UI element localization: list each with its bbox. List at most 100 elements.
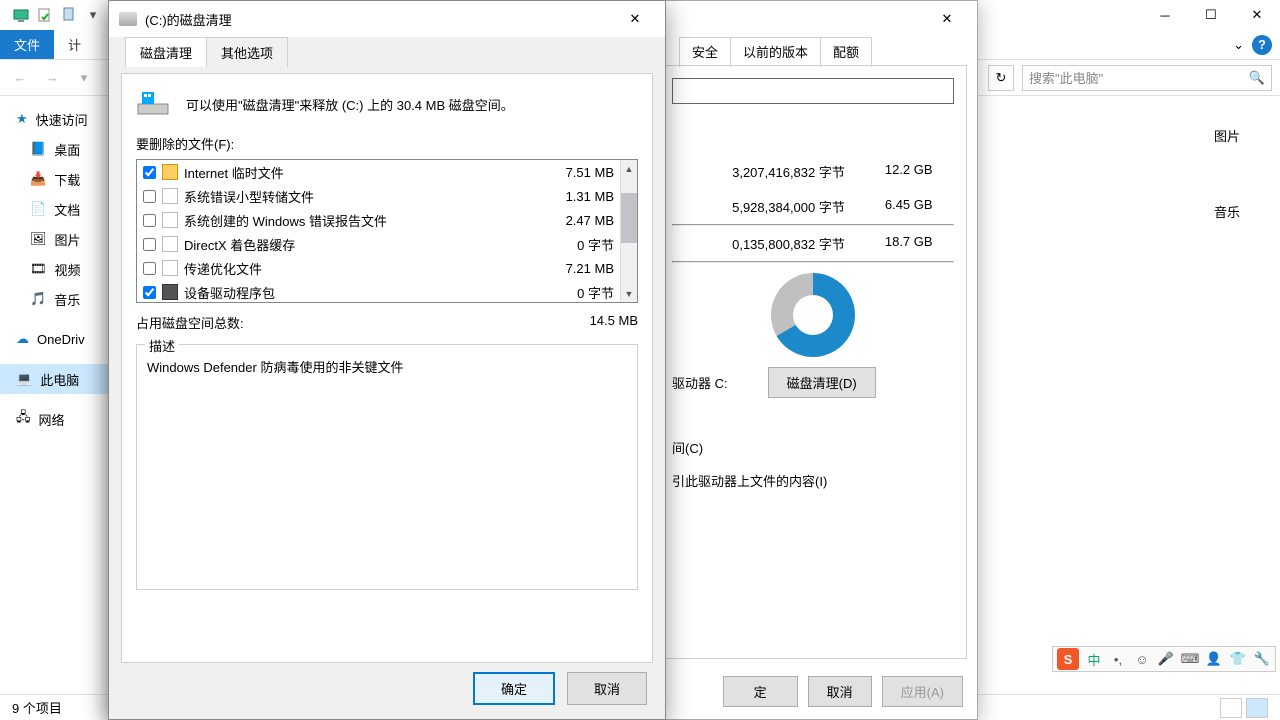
file-size: 2.47 MB <box>566 213 614 228</box>
file-type-icon <box>162 164 178 180</box>
quick-access-toolbar: ▾ <box>8 6 102 24</box>
description-text: Windows Defender 防病毒使用的非关键文件 <box>147 357 627 376</box>
view-details-button[interactable] <box>1220 698 1242 718</box>
prop-apply-button[interactable]: 应用(A) <box>882 676 963 707</box>
index-option[interactable]: 引此驱动器上文件的内容(I) <box>672 471 954 490</box>
file-size: 0 字节 <box>577 283 614 302</box>
total-size: 14.5 MB <box>590 313 638 332</box>
file-list-row[interactable]: 设备驱动程序包 0 字节 <box>137 280 620 302</box>
prop-cancel-button[interactable]: 取消 <box>808 676 872 707</box>
computer-icon <box>12 6 30 24</box>
file-size: 1.31 MB <box>566 189 614 204</box>
properties-icon[interactable] <box>36 6 54 24</box>
files-list: Internet 临时文件7.51 MB系统错误小型转储文件1.31 MB系统创… <box>136 159 638 303</box>
properties-close-button[interactable]: ✕ <box>927 4 967 34</box>
file-size: 7.51 MB <box>566 165 614 180</box>
tab-quota[interactable]: 配额 <box>820 37 872 67</box>
cleanup-app-icon <box>136 88 172 120</box>
dc-body: 可以使用"磁盘清理"来释放 (C:) 上的 30.4 MB 磁盘空间。 要删除的… <box>121 73 653 663</box>
dc-ok-button[interactable]: 确定 <box>473 672 555 705</box>
description-group: 描述 Windows Defender 防病毒使用的非关键文件 <box>136 344 638 590</box>
maximize-button[interactable]: ☐ <box>1188 0 1234 30</box>
file-name: 设备驱动程序包 <box>184 283 275 302</box>
file-name: Internet 临时文件 <box>184 163 284 182</box>
ime-skin-icon[interactable]: 👕 <box>1229 650 1247 668</box>
file-list-row[interactable]: 系统错误小型转储文件1.31 MB <box>137 184 620 208</box>
qat-dropdown-icon[interactable]: ▾ <box>84 6 102 24</box>
file-checkbox[interactable] <box>143 190 156 203</box>
file-type-icon <box>162 260 178 276</box>
dc-titlebar[interactable]: (C:)的磁盘清理 ✕ <box>109 1 665 37</box>
ime-toolbar[interactable]: S 中 •, ☺ 🎤 ⌨ 👤 👕 🔧 <box>1052 646 1276 672</box>
capacity-row: 0,135,800,832 字节 18.7 GB <box>672 226 954 261</box>
nav-back-button[interactable]: ← <box>8 66 32 90</box>
ime-face-icon[interactable]: ☺ <box>1133 650 1151 668</box>
ime-tool-icon[interactable]: 🔧 <box>1253 650 1271 668</box>
search-input[interactable]: 搜索"此电脑" 🔍 <box>1022 65 1272 91</box>
file-checkbox[interactable] <box>143 166 156 179</box>
tab-disk-cleanup[interactable]: 磁盘清理 <box>125 37 207 67</box>
drive-icon <box>119 12 137 26</box>
dc-close-button[interactable]: ✕ <box>615 4 655 34</box>
file-list-row[interactable]: DirectX 着色器缓存0 字节 <box>137 232 620 256</box>
nav-dropdown-icon[interactable]: ▾ <box>72 66 96 90</box>
ribbon-tab-computer[interactable]: 计 <box>54 30 95 59</box>
minimize-button[interactable]: ─ <box>1142 0 1188 30</box>
ime-keyboard-icon[interactable]: ⌨ <box>1181 650 1199 668</box>
ime-logo-icon[interactable]: S <box>1057 648 1079 670</box>
ribbon-tab-file[interactable]: 文件 <box>0 30 54 59</box>
file-list-row[interactable]: 系统创建的 Windows 错误报告文件 2.47 MB <box>137 208 620 232</box>
file-type-icon <box>162 284 178 300</box>
ime-mic-icon[interactable]: 🎤 <box>1157 650 1175 668</box>
file-list-row[interactable]: Internet 临时文件 7.51 MB <box>137 160 620 184</box>
free-space-row: 5,928,384,000 字节 6.45 GB <box>672 189 954 224</box>
help-icon[interactable]: ? <box>1252 35 1272 55</box>
file-type-icon <box>162 212 178 228</box>
dc-cancel-button[interactable]: 取消 <box>567 672 647 705</box>
content-music[interactable]: 音乐 <box>1214 202 1240 221</box>
file-checkbox[interactable] <box>143 238 156 251</box>
tab-security[interactable]: 安全 <box>679 37 731 67</box>
dc-title-text: (C:)的磁盘清理 <box>145 10 232 29</box>
drive-c-label: 驱动器 C: <box>672 373 728 392</box>
ime-lang-button[interactable]: 中 <box>1085 650 1103 668</box>
file-list-row[interactable]: 传递优化文件 7.21 MB <box>137 256 620 280</box>
file-type-icon <box>162 236 178 252</box>
prop-ok-button[interactable]: 定 <box>723 676 798 707</box>
doc-icon[interactable] <box>60 6 78 24</box>
dc-tabs-row: 磁盘清理 其他选项 <box>109 37 665 67</box>
tab-more-options[interactable]: 其他选项 <box>206 37 288 67</box>
file-checkbox[interactable] <box>143 214 156 227</box>
file-size: 7.21 MB <box>566 261 614 276</box>
scroll-down-icon[interactable]: ▼ <box>621 285 637 302</box>
total-space-row: 占用磁盘空间总数: 14.5 MB <box>136 313 638 332</box>
view-tiles-button[interactable] <box>1246 698 1268 718</box>
disk-usage-chart <box>771 273 855 357</box>
ribbon-expand-icon[interactable]: ⌄ <box>1233 37 1244 53</box>
scroll-up-icon[interactable]: ▲ <box>621 160 637 177</box>
search-icon[interactable]: 🔍 <box>1249 70 1265 86</box>
ime-punct-icon[interactable]: •, <box>1109 650 1127 668</box>
file-checkbox[interactable] <box>143 262 156 275</box>
status-text: 9 个项目 <box>12 698 62 717</box>
file-size: 0 字节 <box>577 235 614 254</box>
file-list-scrollbar[interactable]: ▲ ▼ <box>620 160 637 302</box>
disk-cleanup-window: (C:)的磁盘清理 ✕ 磁盘清理 其他选项 可以使用"磁盘清理"来释放 (C:)… <box>108 0 666 720</box>
nav-forward-button[interactable]: → <box>40 66 64 90</box>
content-pictures[interactable]: 图片 <box>1214 126 1240 145</box>
close-button[interactable]: ✕ <box>1234 0 1280 30</box>
disk-cleanup-button[interactable]: 磁盘清理(D) <box>768 367 876 398</box>
files-to-delete-label: 要删除的文件(F): <box>136 134 638 153</box>
description-label: 描述 <box>145 336 179 355</box>
used-space-row: 3,207,416,832 字节 12.2 GB <box>672 154 954 189</box>
tab-previous-versions[interactable]: 以前的版本 <box>730 37 821 67</box>
refresh-button[interactable]: ↻ <box>988 65 1014 91</box>
file-checkbox[interactable] <box>143 286 156 299</box>
drive-name-field[interactable] <box>672 78 954 104</box>
ime-person-icon[interactable]: 👤 <box>1205 650 1223 668</box>
file-name: 系统创建的 Windows 错误报告文件 <box>184 211 387 230</box>
file-type-icon <box>162 188 178 204</box>
compress-option[interactable]: 间(C) <box>672 438 954 457</box>
scroll-thumb[interactable] <box>621 193 637 243</box>
file-name: 传递优化文件 <box>184 259 262 278</box>
